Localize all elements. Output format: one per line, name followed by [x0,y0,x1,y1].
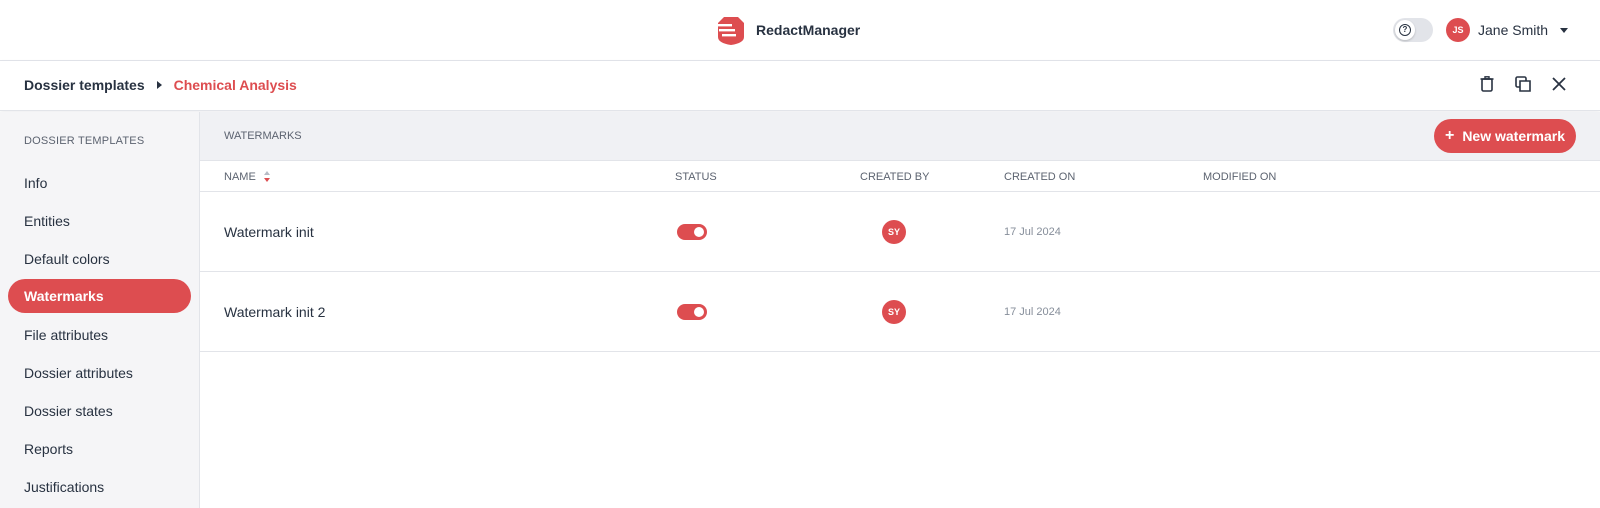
breadcrumb-root[interactable]: Dossier templates [24,77,145,93]
column-header-status: STATUS [675,171,717,183]
created-on: 17 Jul 2024 [1004,306,1061,318]
sidebar-item-reports[interactable]: Reports [8,432,191,466]
copy-icon [1515,75,1531,97]
column-label: CREATED ON [1004,171,1076,183]
plus-icon: + [1444,127,1455,144]
redactmanager-logo-icon [716,15,746,45]
copy-button[interactable] [1511,74,1535,98]
breadcrumb-bar: Dossier templates Chemical Analysis [0,61,1600,111]
status-toggle[interactable] [677,304,707,320]
table-row[interactable]: Watermark init SY 17 Jul 2024 [200,192,1600,272]
chevron-right-icon [156,81,162,89]
sidebar-item-entities[interactable]: Entities [8,204,191,238]
avatar: SY [882,300,906,324]
created-on: 17 Jul 2024 [1004,226,1061,238]
table-header: NAME STATUS CREATED BY CREATED ON MODIFI… [200,161,1600,192]
sidebar-item-file-attributes[interactable]: File attributes [8,318,191,352]
sidebar-item-default-colors[interactable]: Default colors [8,242,191,276]
sort-icon [263,171,270,183]
watermark-name: Watermark init 2 [224,304,326,320]
column-header-created-by: CREATED BY [860,171,929,183]
breadcrumb: Dossier templates Chemical Analysis [24,77,297,93]
watermark-name: Watermark init [224,224,314,240]
sidebar-item-dossier-attributes[interactable]: Dossier attributes [8,356,191,390]
delete-button[interactable] [1475,74,1499,98]
help-toggle-knob: ? [1395,20,1415,40]
sidebar-item-dossier-states[interactable]: Dossier states [8,394,191,428]
new-watermark-label: New watermark [1462,128,1566,144]
sidebar-item-watermarks[interactable]: Watermarks [8,279,191,313]
delete-icon [1480,75,1494,97]
column-header-modified-on: MODIFIED ON [1203,171,1276,183]
top-bar: RedactManager ? JS Jane Smith [0,0,1600,61]
chevron-down-icon [1560,27,1569,33]
status-toggle[interactable] [677,224,707,240]
column-label: NAME [224,171,256,183]
sidebar-item-info[interactable]: Info [8,166,191,200]
sidebar-item-justifications[interactable]: Justifications [8,470,191,504]
column-label: CREATED BY [860,171,930,183]
column-label: STATUS [675,171,717,183]
column-header-name[interactable]: NAME [224,171,270,183]
close-icon [1552,76,1566,96]
app-name: RedactManager [756,22,861,38]
avatar: JS [1446,18,1470,42]
sidebar: DOSSIER TEMPLATES Info Entities Default … [0,112,200,508]
avatar: SY [882,220,906,244]
user-name: Jane Smith [1478,22,1549,38]
table-row[interactable]: Watermark init 2 SY 17 Jul 2024 [200,272,1600,352]
sidebar-title: DOSSIER TEMPLATES [24,135,145,147]
breadcrumb-current[interactable]: Chemical Analysis [174,77,297,93]
column-header-created-on: CREATED ON [1004,171,1075,183]
user-menu[interactable]: JS Jane Smith [1446,18,1569,42]
help-mode-toggle[interactable]: ? [1393,18,1433,42]
page-title: WATERMARKS [224,130,302,142]
column-label: MODIFIED ON [1203,171,1277,183]
content-header: WATERMARKS + New watermark [200,112,1600,161]
help-icon: ? [1399,24,1411,36]
brand[interactable]: RedactManager [716,14,860,46]
new-watermark-button[interactable]: + New watermark [1434,119,1576,153]
close-button[interactable] [1547,74,1571,98]
